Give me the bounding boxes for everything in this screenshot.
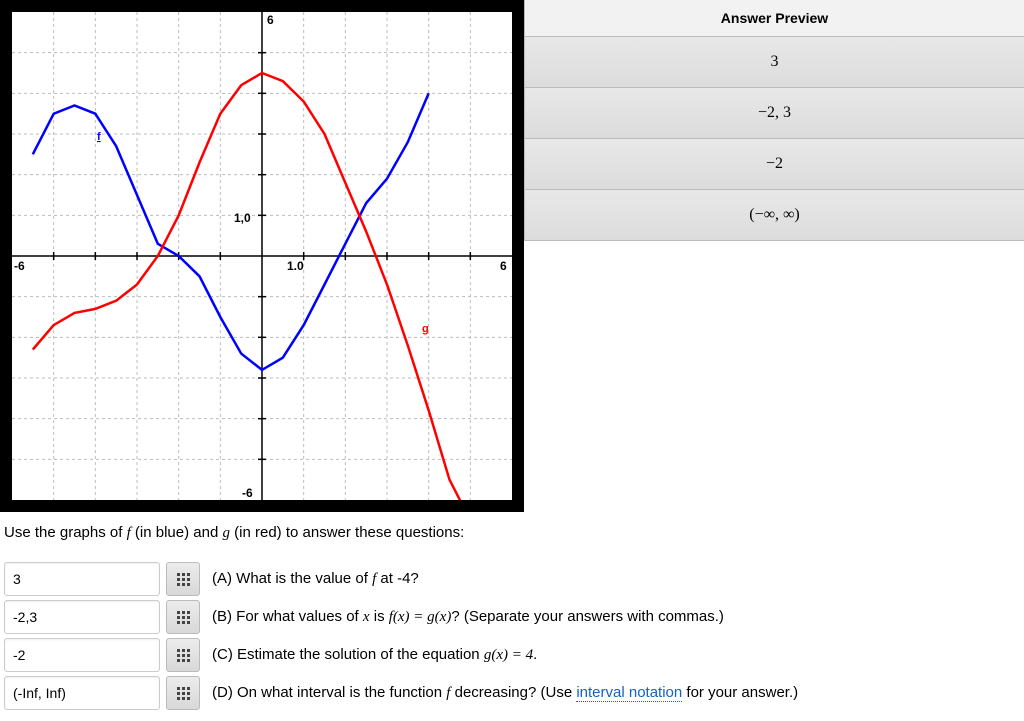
- g-label: g: [422, 323, 429, 335]
- preview-row: (−∞, ∞): [525, 190, 1024, 241]
- instruction-text: Use the graphs of f (in blue) and g (in …: [0, 520, 1024, 552]
- answer-preview-panel: Answer Preview 3 −2, 3 −2 (−∞, ∞): [524, 0, 1024, 241]
- equation-editor-button[interactable]: [166, 676, 200, 710]
- preview-row: −2: [525, 139, 1024, 190]
- f-label: f: [97, 131, 101, 143]
- preview-header: Answer Preview: [525, 0, 1024, 37]
- answer-input-c[interactable]: [4, 638, 160, 672]
- answer-input-d[interactable]: [4, 676, 160, 710]
- question-text-b: (B) For what values of x is f(x) = g(x)?…: [206, 608, 724, 626]
- question-row-c: (C) Estimate the solution of the equatio…: [0, 636, 1024, 674]
- answer-input-a[interactable]: [4, 562, 160, 596]
- axis-x-min: -6: [14, 259, 25, 273]
- question-text-d: (D) On what interval is the function f d…: [206, 684, 798, 702]
- axis-y-max: 6: [267, 13, 274, 27]
- equation-editor-button[interactable]: [166, 638, 200, 672]
- equation-editor-button[interactable]: [166, 562, 200, 596]
- question-text-c: (C) Estimate the solution of the equatio…: [206, 646, 537, 664]
- axis-x-unit: 1.0: [287, 259, 304, 273]
- axis-y-unit: 1,0: [234, 211, 251, 225]
- preview-row: −2, 3: [525, 88, 1024, 139]
- chart-svg: 6 -6 -6 6 1.0 1,0 f g: [12, 12, 512, 500]
- answer-input-b[interactable]: [4, 600, 160, 634]
- axis-y-min: -6: [242, 486, 253, 500]
- question-row-a: (A) What is the value of f at -4?: [0, 560, 1024, 598]
- question-row-b: (B) For what values of x is f(x) = g(x)?…: [0, 598, 1024, 636]
- question-row-d: (D) On what interval is the function f d…: [0, 674, 1024, 712]
- preview-row: 3: [525, 37, 1024, 88]
- question-grid: (A) What is the value of f at -4? (B) Fo…: [0, 560, 1024, 712]
- axis-x-max: 6: [500, 259, 507, 273]
- graph-frame: 6 -6 -6 6 1.0 1,0 f g: [0, 0, 524, 512]
- curve-f: [33, 93, 429, 370]
- interval-notation-link[interactable]: interval notation: [576, 684, 682, 702]
- graph-plot: 6 -6 -6 6 1.0 1,0 f g: [12, 12, 512, 500]
- question-text-a: (A) What is the value of f at -4?: [206, 570, 419, 588]
- equation-editor-button[interactable]: [166, 600, 200, 634]
